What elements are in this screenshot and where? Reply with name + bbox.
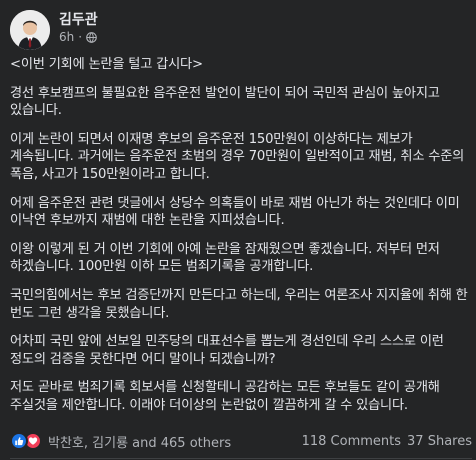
facebook-post: 김두관 6h · <이번 기회에 논란을 털고 갑시다> 경선 후보캠프의 불필… bbox=[0, 0, 476, 460]
avatar-portrait bbox=[10, 10, 50, 50]
avatar[interactable] bbox=[10, 10, 50, 50]
post-title: <이번 기회에 논란을 털고 갑시다> bbox=[10, 57, 203, 72]
reactions-label[interactable]: 박찬호, 김기룡 and 465 others bbox=[48, 432, 231, 451]
post-time[interactable]: 6h bbox=[59, 30, 74, 44]
post-paragraph: 어제 음주운전 관련 댓글에서 상당수 의혹들이 바로 재범 아닌가 하는 것인… bbox=[10, 195, 460, 229]
globe-icon bbox=[86, 31, 97, 43]
post-footer: 박찬호, 김기룡 and 465 others 118 Comments 37 … bbox=[10, 430, 472, 452]
post-paragraph: 저도 곧바로 범죄기록 회보서를 신청할테니 공감하는 모든 후보들도 같이 공… bbox=[10, 380, 440, 413]
post-header: 김두관 6h · bbox=[10, 8, 466, 50]
post-paragraph: 어차피 국민 앞에 선보일 민주당의 대표선수를 뽑는게 경선인데 우리 스스로… bbox=[10, 334, 444, 367]
post-paragraph: 이게 논란이 되면서 이재명 후보의 음주운전 150만원이 이상하다는 제보가… bbox=[10, 131, 465, 182]
comments-count[interactable]: 118 Comments bbox=[302, 434, 401, 449]
footer-divider bbox=[10, 458, 472, 459]
meta-separator: · bbox=[78, 30, 83, 44]
post-author[interactable]: 김두관 bbox=[59, 9, 98, 29]
post-paragraph: 국민의힘에서는 후보 검증단까지 만든다고 하는데, 우리는 여론조사 지지율에… bbox=[10, 287, 468, 321]
post-meta: 6h · bbox=[59, 30, 97, 44]
engagement-counts: 118 Comments 37 Shares bbox=[302, 434, 472, 449]
post-paragraph: 경선 후보캠프의 불필요한 음주운전 발언이 발단이 되어 국민적 관심이 높아… bbox=[10, 85, 440, 119]
post-paragraph: 이왕 이렇게 된 거 이번 기회에 아예 논란을 잠재웠으면 좋겠습니다. 저부… bbox=[10, 241, 440, 275]
shares-count[interactable]: 37 Shares bbox=[407, 434, 472, 449]
post-body: <이번 기회에 논란을 털고 갑시다> 경선 후보캠프의 불필요한 음주운전 발… bbox=[10, 56, 470, 426]
reactions-summary[interactable]: 박찬호, 김기룡 and 465 others bbox=[10, 432, 231, 451]
like-reaction-icon bbox=[10, 432, 28, 450]
